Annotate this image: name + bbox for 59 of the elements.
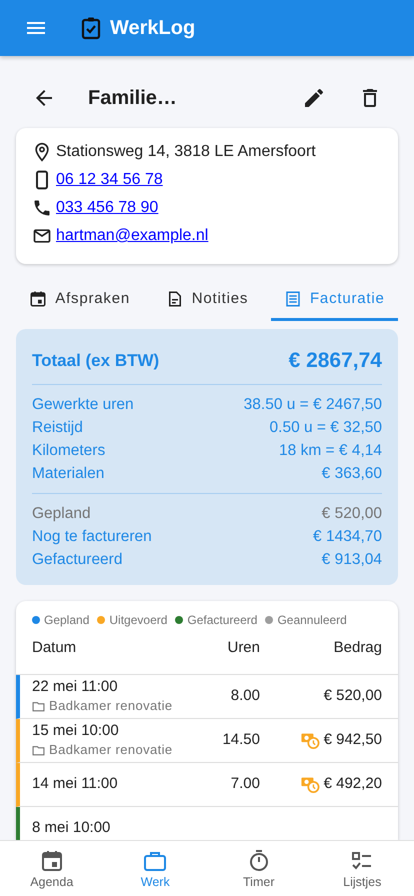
table-row[interactable]: 15 mei 10:00 Badkamer renovatie 14.50 € 942,50	[16, 718, 398, 762]
summary-value: 0.50 u = € 32,50	[270, 418, 382, 438]
project-text: Badkamer renovatie	[49, 741, 173, 759]
column-header: Uren	[226, 638, 260, 658]
summary-label: Gefactureerd	[32, 550, 122, 570]
nav-tab[interactable]: Werk	[104, 841, 207, 896]
hours-text: 14.50	[222, 731, 260, 748]
briefcase-icon	[143, 849, 168, 873]
summary-value: € 913,04	[322, 550, 382, 570]
list-document-icon	[284, 290, 302, 308]
table-row[interactable]: 22 mei 11:00 Badkamer renovatie 8.00 € 520,00	[16, 674, 398, 718]
tab[interactable]: Afspraken	[16, 280, 144, 320]
summary-value: € 1434,70	[313, 527, 382, 547]
hours-text: 7.00	[230, 775, 260, 792]
amount-text: € 520,00	[324, 686, 382, 706]
page-title: Familie…	[88, 86, 178, 111]
summary-label: Gewerkte uren	[32, 395, 134, 415]
column-header: Datum	[32, 638, 78, 658]
legend-label: Geannuleerd	[277, 612, 347, 629]
clipboard-check-icon	[80, 16, 102, 40]
phone-link[interactable]: 06 12 34 56 78	[56, 168, 163, 192]
summary-label: Gepland	[32, 504, 91, 524]
date-text: 22 mei 11:00	[32, 677, 119, 697]
nav-tab[interactable]: Agenda	[0, 841, 104, 896]
pencil-icon	[302, 86, 326, 110]
summary-label: Nog te factureren	[32, 527, 152, 547]
summary-value: 18 km = € 4,14	[279, 441, 382, 461]
legend-label: Uitgevoerd	[109, 612, 168, 629]
summary-value: € 363,60	[322, 464, 382, 484]
summary-label: Materialen	[32, 464, 104, 484]
calendar-icon	[40, 849, 64, 873]
email-link[interactable]: hartman@example.nl	[56, 224, 208, 248]
total-label: Totaal (ex BTW)	[32, 350, 160, 372]
folder-icon	[32, 700, 45, 712]
app-title: WerkLog	[110, 16, 196, 41]
nav-tab[interactable]: Timer	[207, 841, 310, 896]
column-header: Bedrag	[332, 638, 382, 658]
summary-label: Reistijd	[32, 418, 83, 438]
amount-text: € 942,50	[324, 730, 382, 750]
summary-value: € 520,00	[322, 504, 382, 524]
total-value: € 2867,74	[288, 348, 382, 374]
hours-text: 8.00	[230, 687, 260, 704]
project-text: Badkamer renovatie	[49, 697, 173, 715]
summary-value: 38.50 u = € 2467,50	[244, 395, 382, 415]
phone-icon	[32, 198, 52, 218]
tab[interactable]: Notities	[143, 280, 271, 320]
table-row[interactable]: 14 mei 11:00 7.00 € 492,20	[16, 762, 398, 806]
date-text: 8 mei 10:00	[32, 818, 112, 838]
address-text: Stationsweg 14, 3818 LE Amersfoort	[56, 142, 316, 162]
legend-label: Gefactureerd	[187, 612, 258, 629]
calendar-icon	[29, 290, 48, 308]
summary-label: Kilometers	[32, 441, 106, 461]
legend-label: Gepland	[44, 612, 90, 629]
date-text: 15 mei 10:00	[32, 721, 120, 741]
nav-tab[interactable]: Lijstjes	[310, 841, 414, 896]
phone-link[interactable]: 033 456 78 90	[56, 196, 158, 220]
folder-icon	[32, 744, 45, 756]
amount-text: € 492,20	[324, 774, 382, 794]
date-text: 14 mei 11:00	[32, 774, 119, 794]
